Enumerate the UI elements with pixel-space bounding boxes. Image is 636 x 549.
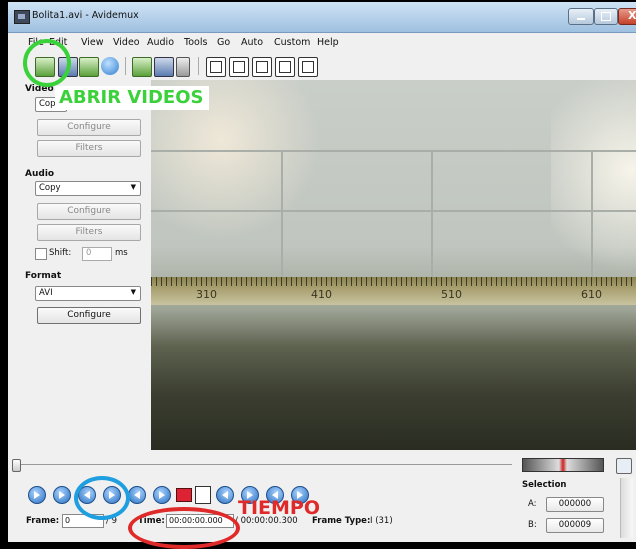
close-button[interactable]: X	[618, 8, 636, 25]
format-section-label: Format	[25, 271, 62, 281]
window-icon[interactable]	[298, 57, 318, 77]
tile-grout	[151, 210, 636, 212]
shift-label: Shift:	[49, 248, 72, 258]
play-button[interactable]	[28, 486, 46, 504]
maximize-button[interactable]	[594, 8, 618, 25]
volume-icon[interactable]	[616, 458, 632, 474]
chevron-down-icon: ▼	[130, 288, 136, 296]
title-bar[interactable]: Bolita1.avi - Avidemux X	[8, 2, 636, 33]
ruler-number: 610	[581, 288, 602, 301]
open-videos-highlight	[23, 39, 71, 87]
info-icon[interactable]	[101, 57, 119, 75]
set-marker-b-button[interactable]	[195, 486, 211, 504]
shift-spinbox[interactable]: 0	[82, 247, 112, 261]
set-marker-a-button[interactable]	[176, 488, 192, 502]
menu-go[interactable]: Go	[217, 37, 230, 48]
time-highlight	[128, 507, 240, 549]
selection-b-button[interactable]: 000009	[546, 518, 604, 533]
audio-codec-select[interactable]: Copy ▼	[35, 181, 141, 196]
timeline-slider[interactable]	[12, 456, 512, 472]
ruler: 310 410 510 610	[151, 277, 636, 305]
previous-black-frame-button[interactable]	[216, 486, 234, 504]
audio-configure-button[interactable]: Configure	[37, 203, 141, 220]
toolbar-separator	[125, 57, 126, 75]
video-preview: 310 410 510 610	[151, 80, 636, 450]
previous-keyframe-button[interactable]	[128, 486, 146, 504]
audio-section-label: Audio	[25, 169, 55, 179]
shift-unit: ms	[115, 248, 128, 258]
menu-help[interactable]: Help	[317, 37, 339, 48]
output-mode-icon[interactable]	[229, 57, 249, 77]
time-annotation: TIEMPO	[238, 497, 320, 519]
ruler-number: 410	[311, 288, 332, 301]
stop-button[interactable]	[53, 486, 71, 504]
frame-nav-highlight	[74, 476, 130, 520]
tile-grout	[281, 150, 283, 280]
toolbar-separator	[198, 57, 199, 75]
open-videos-annotation: ABRIR VIDEOS	[55, 86, 210, 110]
format-configure-button[interactable]: Configure	[37, 307, 141, 324]
close-icon: X	[628, 9, 636, 22]
chevron-down-icon: ▼	[130, 183, 136, 191]
menu-video[interactable]: Video	[113, 37, 140, 48]
next-keyframe-button[interactable]	[153, 486, 171, 504]
shift-checkbox[interactable]	[35, 248, 47, 260]
selection-a-label: A:	[528, 499, 537, 509]
volume-meter	[522, 458, 604, 472]
split-layout-icon[interactable]	[252, 57, 272, 77]
video-configure-button[interactable]: Configure	[37, 119, 141, 136]
frame-label: Frame:	[26, 516, 60, 526]
codec-panel: Video Copy Configure Filters Audio Copy …	[8, 80, 143, 450]
save-icon[interactable]	[154, 57, 174, 77]
selection-label: Selection	[522, 480, 567, 490]
stack-layout-icon[interactable]	[275, 57, 295, 77]
menu-audio[interactable]: Audio	[147, 37, 174, 48]
window-title: Bolita1.avi - Avidemux	[32, 10, 139, 21]
frame-type-value: I (31)	[370, 516, 393, 526]
avidemux-app-icon	[14, 10, 30, 24]
selection-a-button[interactable]: 000000	[546, 497, 604, 512]
tile-grout	[151, 150, 636, 152]
menu-view[interactable]: View	[81, 37, 104, 48]
audio-filters-button[interactable]: Filters	[37, 224, 141, 241]
calculator-icon[interactable]	[176, 57, 190, 77]
toolbar	[8, 53, 636, 79]
menu-custom[interactable]: Custom	[274, 37, 310, 48]
load-icon[interactable]	[132, 57, 152, 77]
video-filters-button[interactable]: Filters	[37, 140, 141, 157]
selection-b-label: B:	[528, 520, 537, 530]
minimize-button[interactable]	[568, 8, 594, 25]
menu-tools[interactable]: Tools	[184, 37, 207, 48]
tile-grout	[591, 150, 593, 280]
tile-grout	[431, 150, 433, 280]
ruler-number: 510	[441, 288, 462, 301]
ruler-number: 310	[196, 288, 217, 301]
timeline-thumb[interactable]	[12, 459, 21, 472]
append-icon[interactable]	[79, 57, 99, 77]
frame-type-label: Frame Type:	[312, 516, 371, 526]
frame-mode-icon[interactable]	[206, 57, 226, 77]
menu-auto[interactable]: Auto	[241, 37, 263, 48]
menu-bar: File Edit View Video Audio Tools Go Auto…	[8, 35, 636, 51]
app-window: Bolita1.avi - Avidemux X File Edit View …	[8, 2, 636, 542]
format-select[interactable]: AVI ▼	[35, 286, 141, 301]
audio-shift-row: Shift: 0 ms	[35, 247, 141, 261]
